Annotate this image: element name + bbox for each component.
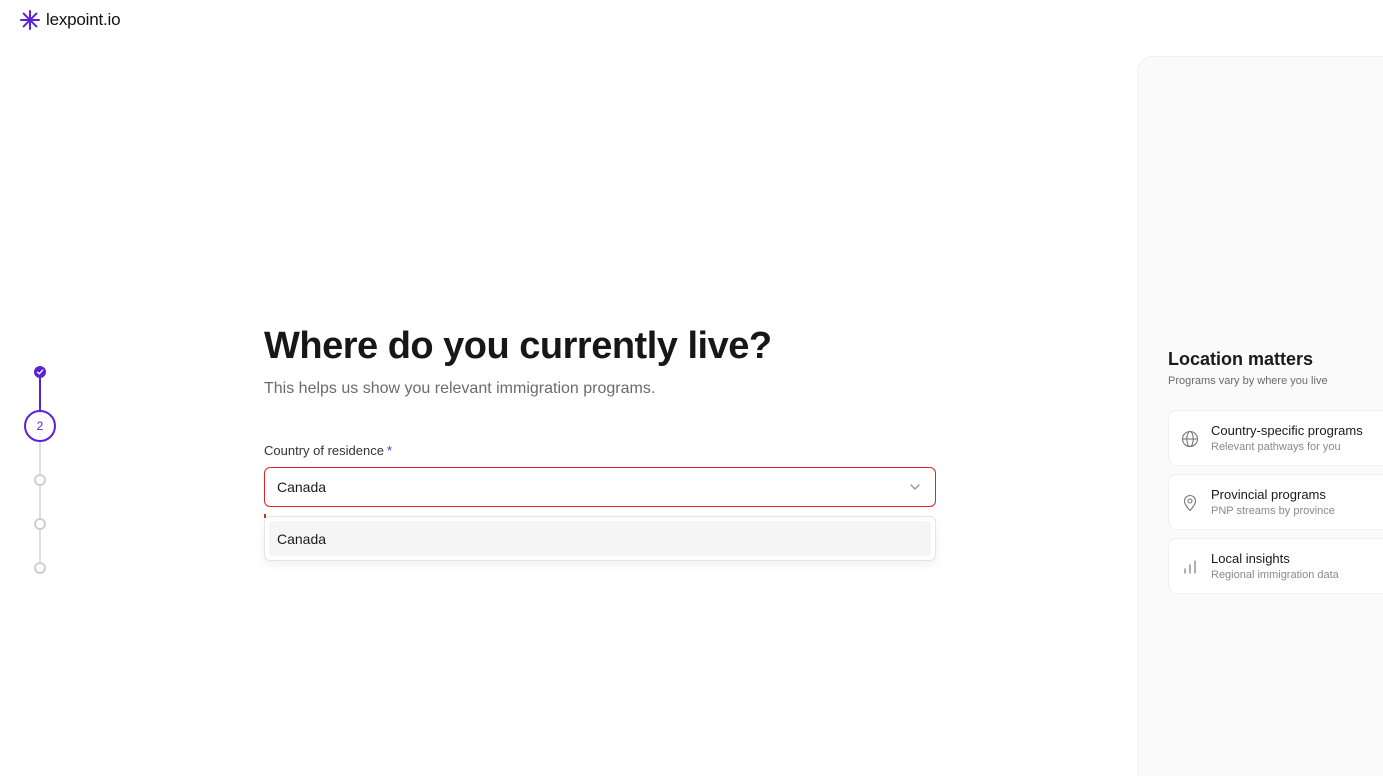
side-panel-title: Location matters (1168, 349, 1314, 369)
side-panel-subtitle: Programs vary by where you live (1168, 375, 1328, 387)
country-select[interactable]: Canada (264, 467, 936, 507)
dropdown-option-canada[interactable]: Canada (269, 521, 931, 556)
card-title: Local insights (1211, 551, 1290, 566)
step-upcoming (34, 518, 46, 530)
step-upcoming (34, 562, 46, 574)
country-dropdown-list: Canada (264, 516, 936, 561)
info-side-panel: Location matters Programs vary by where … (1137, 56, 1383, 776)
card-subtitle: PNP streams by province (1211, 505, 1335, 517)
step-completed[interactable] (34, 366, 46, 378)
check-icon (36, 369, 44, 375)
page-title: Where do you currently live? (264, 325, 772, 367)
map-pin-icon (1183, 495, 1197, 512)
progress-stepper: 2 (0, 0, 80, 776)
required-marker: * (386, 443, 393, 458)
question-form: Where do you currently live? This helps … (264, 322, 936, 561)
page-subtitle: This helps us show you relevant immigrat… (264, 380, 656, 397)
globe-icon (1181, 430, 1199, 448)
info-card-provincial-programs: Provincial programs PNP streams by provi… (1168, 474, 1383, 530)
country-select-value: Canada (277, 479, 327, 495)
country-field-label-text: Country of residence (264, 443, 384, 458)
country-field-label: Country of residence * (264, 442, 936, 460)
chevron-down-icon (910, 484, 920, 490)
stepper-line-completed (39, 372, 41, 412)
card-subtitle: Regional immigration data (1211, 569, 1339, 581)
info-card-local-insights: Local insights Regional immigration data (1168, 538, 1383, 594)
card-title: Provincial programs (1211, 487, 1326, 502)
bar-chart-icon (1184, 560, 1196, 574)
step-current: 2 (24, 410, 56, 442)
step-upcoming (34, 474, 46, 486)
card-subtitle: Relevant pathways for you (1211, 441, 1341, 453)
info-card-country-programs: Country-specific programs Relevant pathw… (1168, 410, 1383, 466)
stepper-line-upcoming (39, 442, 41, 568)
card-title: Country-specific programs (1211, 423, 1363, 438)
step-current-number: 2 (36, 419, 44, 433)
